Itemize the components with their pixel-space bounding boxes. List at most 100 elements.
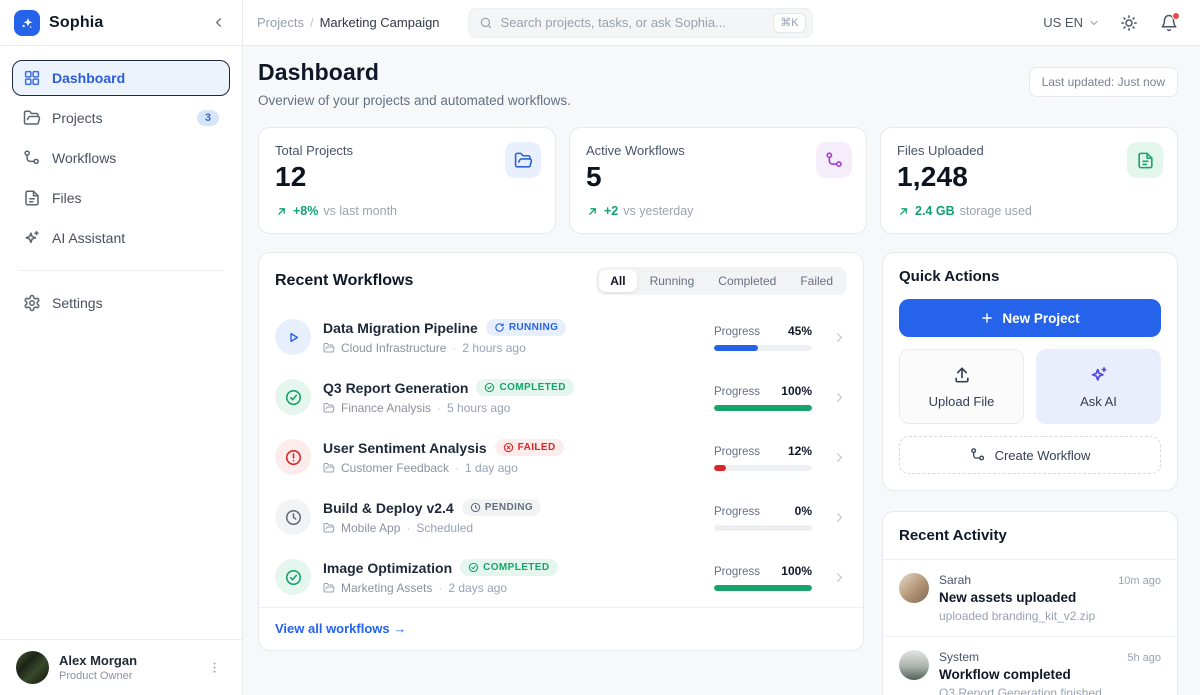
- sidebar-collapse-button[interactable]: [207, 11, 230, 34]
- app-logo: [14, 10, 40, 36]
- stat-trend: +2 vs yesterday: [586, 204, 850, 218]
- activity-item[interactable]: Sarah 10m ago New assets uploaded upload…: [883, 560, 1177, 637]
- chevron-right-icon[interactable]: [832, 570, 847, 585]
- workflows-panel-title: Recent Workflows: [275, 272, 413, 290]
- separator-dot: [455, 461, 459, 475]
- progress-label: Progress: [714, 566, 760, 578]
- workflow-title: Image Optimization: [323, 560, 452, 576]
- tab-completed[interactable]: Completed: [707, 270, 787, 292]
- separator-dot: [452, 341, 456, 355]
- workflow-row[interactable]: User Sentiment Analysis FAILED Customer …: [275, 427, 847, 487]
- folder-icon: [323, 342, 335, 354]
- tab-running[interactable]: Running: [639, 270, 706, 292]
- sidebar-item-files[interactable]: Files: [12, 180, 230, 216]
- workflow-time: 1 day ago: [465, 461, 518, 475]
- quick-actions-title: Quick Actions: [899, 268, 1161, 285]
- plus-icon: [980, 311, 994, 325]
- sidebar-divider: [18, 270, 224, 271]
- upload-file-label: Upload File: [929, 394, 995, 409]
- folder-icon: [23, 109, 41, 127]
- recent-activity-title: Recent Activity: [899, 527, 1161, 544]
- activity-action: New assets uploaded: [939, 590, 1161, 605]
- check-circle-icon: [468, 562, 479, 573]
- workflow-project: Marketing Assets: [341, 581, 432, 595]
- create-workflow-button[interactable]: Create Workflow: [899, 436, 1161, 474]
- alert-circle-icon: [275, 439, 311, 475]
- folder-icon: [323, 462, 335, 474]
- global-search[interactable]: ⌘K: [468, 8, 813, 38]
- sparkles-icon: [23, 229, 41, 247]
- check-circle-icon: [275, 379, 311, 415]
- locale-label: US EN: [1043, 15, 1083, 30]
- workflow-project: Customer Feedback: [341, 461, 449, 475]
- workflow-title: Build & Deploy v2.4: [323, 500, 454, 516]
- status-badge: FAILED: [495, 439, 564, 456]
- sidebar-user-section: Alex Morgan Product Owner: [0, 639, 242, 695]
- avatar: [899, 650, 929, 680]
- stats-row: Total Projects 12 +8% vs last month Acti…: [258, 127, 1178, 234]
- progress-percent: 0%: [795, 504, 812, 518]
- header-controls: US EN: [1043, 12, 1180, 34]
- sidebar-item-label: Settings: [52, 295, 103, 311]
- chevron-right-icon[interactable]: [832, 330, 847, 345]
- tab-all[interactable]: All: [599, 270, 636, 292]
- search-input[interactable]: [501, 15, 766, 30]
- sparkle-icon: [19, 15, 35, 31]
- chevron-right-icon[interactable]: [832, 390, 847, 405]
- theme-toggle-button[interactable]: [1118, 12, 1140, 34]
- breadcrumb-parent[interactable]: Projects: [257, 15, 304, 30]
- sidebar-item-workflows[interactable]: Workflows: [12, 140, 230, 176]
- sidebar-item-label: Dashboard: [52, 70, 125, 86]
- breadcrumb-separator: /: [310, 15, 314, 30]
- sidebar-item-settings[interactable]: Settings: [12, 285, 230, 321]
- progress-percent: 45%: [788, 324, 812, 338]
- view-all-workflows-link[interactable]: View all workflows →: [275, 621, 406, 636]
- folder-icon: [323, 402, 335, 414]
- kebab-icon: [207, 660, 222, 675]
- chevron-right-icon[interactable]: [832, 450, 847, 465]
- locale-selector[interactable]: US EN: [1043, 15, 1100, 30]
- activity-time: 10m ago: [1118, 575, 1161, 587]
- progress-fill: [714, 585, 812, 591]
- activity-item[interactable]: System 5h ago Workflow completed Q3 Repo…: [883, 637, 1177, 695]
- workflow-row[interactable]: Data Migration Pipeline RUNNING Cloud In…: [275, 307, 847, 367]
- progress-label: Progress: [714, 506, 760, 518]
- trend-note: vs yesterday: [623, 204, 693, 218]
- notifications-button[interactable]: [1158, 12, 1180, 34]
- play-icon: [275, 319, 311, 355]
- header-main: Projects / Marketing Campaign ⌘K US EN: [243, 0, 1200, 45]
- sidebar-item-dashboard[interactable]: Dashboard: [12, 60, 230, 96]
- user-role: Product Owner: [59, 670, 137, 682]
- sidebar-item-ai-assistant[interactable]: AI Assistant: [12, 220, 230, 256]
- separator-dot: [406, 521, 410, 535]
- chevron-left-icon: [211, 15, 226, 30]
- chevron-right-icon[interactable]: [832, 510, 847, 525]
- create-workflow-label: Create Workflow: [995, 448, 1091, 463]
- workflow-progress: Progress 100%: [714, 384, 812, 411]
- search-shortcut-badge: ⌘K: [773, 13, 805, 33]
- workflow-row[interactable]: Image Optimization COMPLETED Marketing A…: [275, 547, 847, 607]
- user-menu-button[interactable]: [203, 656, 226, 679]
- sidebar-item-label: AI Assistant: [52, 230, 125, 246]
- stat-value: 5: [586, 161, 850, 193]
- breadcrumb: Projects / Marketing Campaign: [257, 15, 440, 30]
- ask-ai-button[interactable]: Ask AI: [1036, 349, 1161, 424]
- sun-icon: [1120, 14, 1138, 32]
- ask-ai-label: Ask AI: [1080, 394, 1117, 409]
- upload-file-button[interactable]: Upload File: [899, 349, 1024, 424]
- workflow-row[interactable]: Build & Deploy v2.4 PENDING Mobile App: [275, 487, 847, 547]
- activity-time: 5h ago: [1127, 652, 1161, 664]
- progress-bar: [714, 525, 812, 531]
- workflow-filter-tabs: All Running Completed Failed: [596, 267, 847, 295]
- status-badge: RUNNING: [486, 319, 566, 336]
- tab-failed[interactable]: Failed: [789, 270, 844, 292]
- progress-label: Progress: [714, 386, 760, 398]
- workflow-icon: [23, 149, 41, 167]
- workflow-icon: [816, 142, 852, 178]
- sidebar-item-projects[interactable]: Projects 3: [12, 100, 230, 136]
- separator-dot: [438, 581, 442, 595]
- new-project-button[interactable]: New Project: [899, 299, 1161, 337]
- trend-up-icon: [586, 205, 599, 218]
- workflow-row[interactable]: Q3 Report Generation COMPLETED Finance A…: [275, 367, 847, 427]
- sidebar-item-label: Projects: [52, 110, 103, 126]
